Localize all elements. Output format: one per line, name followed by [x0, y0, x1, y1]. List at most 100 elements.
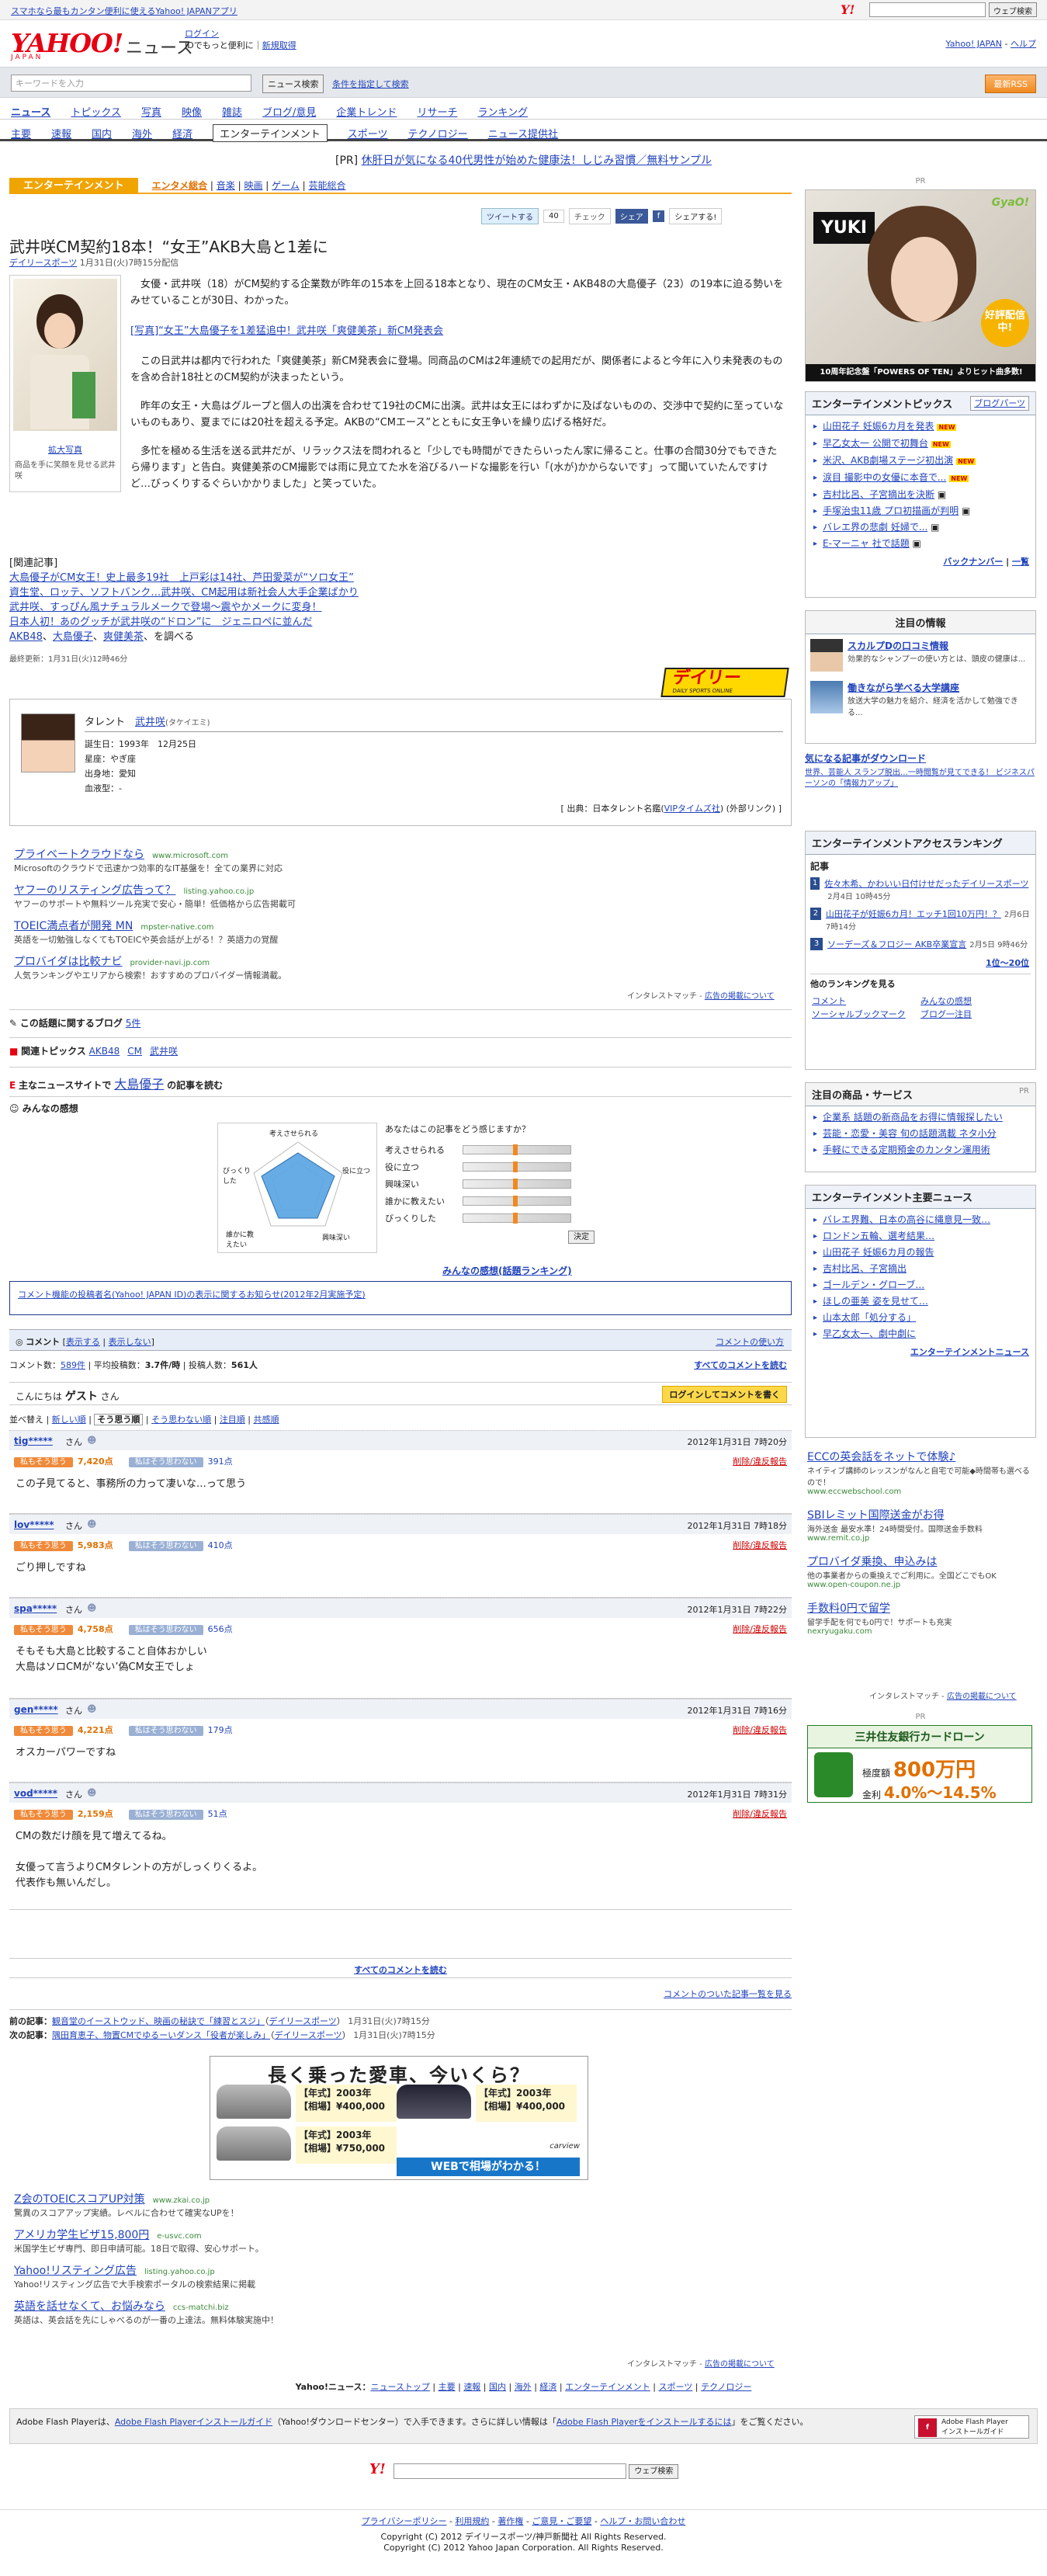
- car-ad-cell[interactable]: 【年式】2003年 【相場】¥400,000: [397, 2085, 577, 2122]
- ent-topic-item[interactable]: 早乙女太一 公開で初舞台NEW: [810, 436, 1031, 453]
- comment-user[interactable]: tig*****: [14, 1436, 53, 1446]
- check-button[interactable]: チェック: [568, 208, 611, 224]
- car-ad-banner[interactable]: 長く乗った愛車、今いくら？ 【年式】2003年 【相場】¥400,000 【年式】2…: [210, 2056, 588, 2180]
- disagree-button[interactable]: 私はそう思わない: [128, 1457, 203, 1467]
- vote-slider-knob[interactable]: [513, 1213, 518, 1224]
- category-tab-0[interactable]: エンタメ総合: [151, 180, 207, 191]
- comment-ranking-link[interactable]: コメントのついた記事一覧を見る: [664, 1988, 792, 2000]
- report-link[interactable]: 削除/違反報告: [733, 1724, 787, 1736]
- ad-title[interactable]: Yahoo!リスティング広告: [14, 2265, 137, 2277]
- ent-topic-item[interactable]: E-マーニャ 社で話題 ▣: [810, 536, 1031, 552]
- tweet-button[interactable]: ツイートする: [481, 208, 539, 224]
- nav1-item-7[interactable]: リサーチ: [417, 104, 457, 119]
- blog-count-link[interactable]: 5件: [126, 1018, 141, 1029]
- ad-title[interactable]: プライベートクラウドなら: [14, 849, 144, 861]
- footer-link-1[interactable]: 利用規約: [455, 2516, 489, 2526]
- ads2-about-link[interactable]: 広告の掲載について: [705, 2360, 775, 2369]
- backnumber-link[interactable]: バックナンバー: [943, 557, 1003, 567]
- ent-topic-item[interactable]: 涙目 撮影中の女優に本音で...NEW: [810, 470, 1031, 487]
- flash-install-link[interactable]: Adobe Flash Playerをインストールするには: [556, 2417, 732, 2427]
- footer-link-0[interactable]: プライバシーポリシー: [362, 2516, 447, 2526]
- att2-link[interactable]: 働きながら学べる大学講座: [848, 681, 1031, 694]
- nav1-item-0[interactable]: ニュース: [11, 104, 50, 119]
- reactions-ranking-link[interactable]: みんなの感想(話題ランキング): [442, 1264, 572, 1277]
- sidebar-ad-item[interactable]: プロバイダ乗換、申込みは 他の事業者からの乗換えでご利用に。全国どこでもOK www…: [807, 1554, 1034, 1589]
- ent-topic-item[interactable]: 手塚治虫11歳 プロ初描画が判明 ▣: [810, 503, 1031, 519]
- ads2-item[interactable]: アメリカ学生ビザ15,800円 e-usvc.com 米国学生ビザ専門、即日申請可能…: [14, 2227, 495, 2255]
- ads2-item[interactable]: 英語を話せなくて、お悩みなら ccs-matchi.biz 英語は、英会話を先にしゃ…: [14, 2298, 495, 2326]
- access-rank-item[interactable]: 2 山田花子が妊娠6カ月！エッチ1回10万円！？ 2月6日 7時14分: [810, 908, 1031, 932]
- ads1-item[interactable]: TOEIC満点者が開発 MN mpster-native.com 英語を一切勉強しな…: [14, 918, 495, 946]
- footer-nav-item-3[interactable]: 国内: [489, 2382, 506, 2392]
- report-link[interactable]: 削除/違反報告: [733, 1455, 787, 1467]
- vote-slider[interactable]: [463, 1179, 571, 1189]
- facebook-share-button[interactable]: シェア: [615, 209, 648, 224]
- next-article-link[interactable]: 隅田育恵子、物置CMでゆるーいダンス「役者が楽しみ」: [52, 2030, 270, 2040]
- pr-link[interactable]: 休肝日が気になる40代男性が始めた健康法！しじみ習慣／無料サンプル: [362, 154, 712, 167]
- yahoo-top-link[interactable]: Yahoo! JAPAN: [945, 39, 1002, 49]
- service-item[interactable]: 企業系 話題の新商品をお得に情報探したい: [810, 1109, 1031, 1126]
- category-tab-2[interactable]: 映画: [244, 180, 262, 191]
- disagree-button[interactable]: 私はそう思わない: [128, 1810, 203, 1820]
- top-search-button[interactable]: ウェブ検索: [989, 2, 1037, 17]
- vote-slider[interactable]: [463, 1161, 571, 1172]
- register-link[interactable]: 新規取得: [262, 40, 296, 50]
- footer-nav-item-2[interactable]: 速報: [463, 2382, 480, 2392]
- disagree-button[interactable]: 私はそう思わない: [128, 1726, 203, 1736]
- ent-topic-item[interactable]: 吉村比呂、子宮摘出を決断 ▣: [810, 487, 1031, 503]
- topic-item-1[interactable]: CM: [127, 1046, 142, 1057]
- top-search-input[interactable]: [869, 2, 986, 17]
- read-all-comments-top[interactable]: すべてのコメントを読む: [694, 1359, 787, 1371]
- topic-item-0[interactable]: AKB48: [89, 1046, 120, 1057]
- comment-usage-link[interactable]: コメントの使い方: [716, 1335, 784, 1348]
- ad-title[interactable]: アメリカ学生ビザ15,800円: [14, 2229, 149, 2241]
- footer-nav-item-0[interactable]: ニューストップ: [370, 2382, 429, 2392]
- category-tab-1[interactable]: 音楽: [217, 180, 235, 191]
- related-article-1[interactable]: 資生堂、ロッテ、ソフトバンク…武井咲、CM起用は新社会人大手企業ばかり: [9, 585, 475, 600]
- footer-nav-item-8[interactable]: テクノロジー: [701, 2382, 751, 2392]
- ad-title[interactable]: Z会のTOEICスコアUP対策: [14, 2193, 145, 2206]
- topics-list-link[interactable]: 一覧: [1012, 557, 1029, 567]
- ad-title[interactable]: TOEIC満点者が開発 MN: [14, 920, 133, 932]
- prev-source-link[interactable]: デイリースポーツ: [269, 2016, 337, 2026]
- access-rank-item[interactable]: 1 佐々木希、かわいい日付けせだったデイリースポーツ2月4日 10時45分: [810, 877, 1031, 901]
- rank-link-3[interactable]: ブログ一注目: [920, 1008, 1029, 1021]
- sidebar-ad-item[interactable]: 手数料0円で留学 留学手配を何でも0円で！サポートも充実 nexryugaku.co…: [807, 1600, 1034, 1636]
- ads2-item[interactable]: Yahoo!リスティング広告 listing.yahoo.co.jp Yahoo!リ…: [14, 2262, 495, 2290]
- article-source[interactable]: デイリースポーツ: [9, 258, 77, 268]
- service-item[interactable]: 手軽にできる定期預金のカンタン運用術: [810, 1142, 1031, 1158]
- app-promo-link[interactable]: スマホなら最もカンタン便利に使えるYahoo! JAPANアプリ: [11, 5, 237, 17]
- agree-button[interactable]: 私もそう思う: [14, 1810, 73, 1820]
- ent-topic-item[interactable]: 米沢、AKB劇場ステージ初出演NEW: [810, 453, 1031, 470]
- rank-link-0[interactable]: コメント: [812, 995, 920, 1008]
- sort-option-0[interactable]: 新しい順: [52, 1415, 86, 1425]
- show-comments-link[interactable]: 表示する: [66, 1337, 100, 1347]
- ads1-item[interactable]: プロバイダは比較ナビ provider-navi.jp.com 人気ランキングやエリ…: [14, 953, 495, 981]
- yahoo-mini-logo[interactable]: Y!: [841, 2, 855, 17]
- category-tab-3[interactable]: ゲーム: [272, 180, 300, 191]
- rank-link-2[interactable]: ソーシャルブックマーク: [812, 1008, 920, 1021]
- comment-user[interactable]: spa*****: [14, 1603, 57, 1614]
- download-link[interactable]: 気になる記事がダウンロード: [805, 752, 1036, 765]
- ent-topic-item[interactable]: バレエ界の悲劇 妊婦で... ▣: [810, 519, 1031, 536]
- nav1-item-5[interactable]: ブログ/意見: [262, 104, 316, 119]
- pr-line[interactable]: [PR] 休肝日が気になる40代男性が始めた健康法！しじみ習慣／無料サンプル: [0, 152, 1047, 168]
- comment-notice-link[interactable]: コメント機能の投稿者名(Yahoo! JAPAN ID)の表示に関するお知らせ(…: [18, 1290, 366, 1300]
- main-news-item[interactable]: ゴールデン・グローブ…: [810, 1277, 1031, 1293]
- footer-nav-item-1[interactable]: 主要: [439, 2382, 456, 2392]
- nav2-item-7[interactable]: テクノロジー: [407, 126, 467, 141]
- vip-times-link[interactable]: VIPタイムズ社: [664, 804, 720, 814]
- main-news-item[interactable]: ロンドン五輪、選考結果…: [810, 1228, 1031, 1245]
- bottom-search-button[interactable]: ウェブ検索: [629, 2464, 679, 2479]
- att1-image[interactable]: [810, 639, 843, 672]
- ads1-item[interactable]: ヤフーのリスティング広告って？ listing.yahoo.co.jp ヤフーのサポ…: [14, 882, 495, 910]
- main-news-more-link[interactable]: エンターテインメントニュース: [910, 1347, 1029, 1357]
- news-search-input[interactable]: キーワードを入力: [11, 75, 251, 92]
- vote-slider-knob[interactable]: [513, 1196, 518, 1206]
- photo-article-link[interactable]: [写真]“女王”大島優子を1差猛追中！武井咲「爽健美茶」新CM発表会: [130, 325, 443, 337]
- att1-link[interactable]: スカルプDの口コミ情報: [848, 639, 1025, 652]
- rss-button[interactable]: 最新RSS: [985, 75, 1036, 93]
- advanced-search-link[interactable]: 条件を指定して検索: [332, 78, 409, 90]
- report-link[interactable]: 削除/違反報告: [733, 1539, 787, 1551]
- footer-nav-item-5[interactable]: 経済: [539, 2382, 556, 2392]
